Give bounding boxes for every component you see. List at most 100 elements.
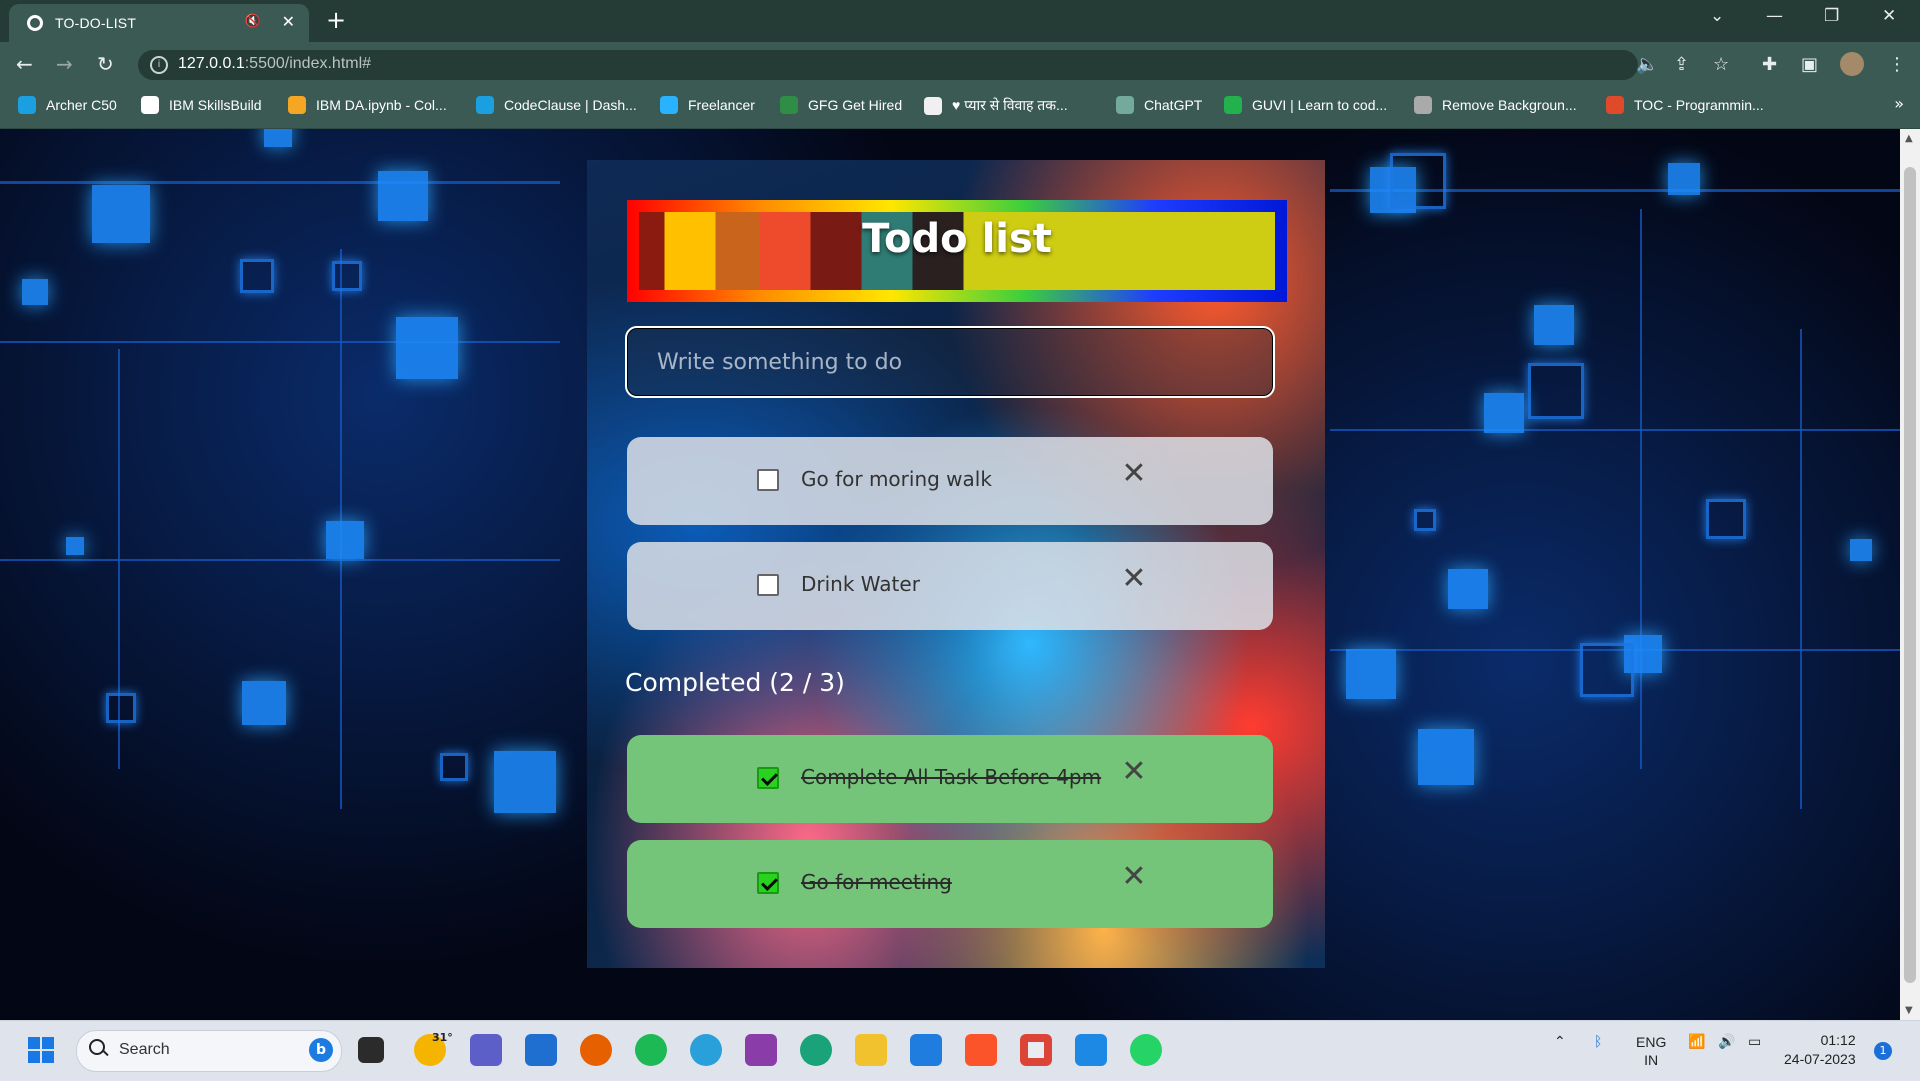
circuit-node: [264, 129, 292, 147]
taskbar-clock[interactable]: 01:12 24-07-2023: [1784, 1031, 1856, 1069]
tab-search-icon[interactable]: ⌄: [1710, 6, 1724, 26]
bookmark-item[interactable]: Remove Backgroun...: [1414, 96, 1577, 114]
language-indicator[interactable]: ENG IN: [1636, 1033, 1666, 1069]
vscode-icon[interactable]: [1075, 1034, 1107, 1066]
mute-icon[interactable]: 🔇: [245, 14, 261, 29]
bookmark-label: GUVI | Learn to cod...: [1252, 97, 1388, 113]
site-info-icon[interactable]: i: [150, 56, 168, 74]
menu-kebab-icon[interactable]: ⋮: [1888, 54, 1906, 75]
delete-icon[interactable]: ✕: [1119, 564, 1149, 594]
bookmark-label: IBM SkillsBuild: [169, 97, 262, 113]
profile-avatar[interactable]: [1840, 52, 1864, 76]
completed-heading: Completed (2 / 3): [625, 668, 845, 697]
bookmark-favicon-icon: [18, 96, 36, 114]
circuit-node: [240, 259, 274, 293]
bookmark-item[interactable]: TOC - Programmin...: [1606, 96, 1764, 114]
circuit-node: [1528, 363, 1584, 419]
circuit-node: [1390, 153, 1446, 209]
page-scrollbar[interactable]: ▲ ▼: [1900, 129, 1920, 1020]
bluetooth-icon[interactable]: ᛒ: [1594, 1033, 1602, 1049]
store-icon[interactable]: [525, 1034, 557, 1066]
volume-icon[interactable]: 🔊: [1718, 1033, 1735, 1050]
bookmark-item[interactable]: Freelancer: [660, 96, 755, 114]
muted-site-icon[interactable]: 🔈: [1636, 54, 1658, 75]
clock-date: 24-07-2023: [1784, 1051, 1856, 1067]
circuit-node: [1346, 649, 1396, 699]
todo-text: Go for moring walk: [801, 467, 992, 491]
telegram-icon[interactable]: [690, 1034, 722, 1066]
bookmark-item[interactable]: GUVI | Learn to cod...: [1224, 96, 1387, 114]
bookmark-item[interactable]: ♥ प्यार से विवाह तक...: [924, 96, 1068, 115]
url-text[interactable]: 127.0.0.1:5500/index.html#: [178, 55, 371, 73]
firefox-icon[interactable]: [580, 1034, 612, 1066]
forward-button[interactable]: →: [56, 52, 73, 76]
bookmark-star-icon[interactable]: ☆: [1713, 54, 1729, 75]
side-panel-icon[interactable]: ▣: [1801, 54, 1818, 75]
scroll-down-icon[interactable]: ▼: [1905, 1005, 1913, 1016]
bookmark-label: Freelancer: [688, 97, 755, 113]
bing-icon[interactable]: b: [309, 1038, 333, 1062]
bookmark-favicon-icon: [660, 96, 678, 114]
mail-icon[interactable]: [910, 1034, 942, 1066]
todo-checkbox[interactable]: [757, 767, 779, 789]
bookmark-label: IBM DA.ipynb - Col...: [316, 97, 447, 113]
circuit-node: [1706, 499, 1746, 539]
circuit-node: [1448, 569, 1488, 609]
todo-input[interactable]: [625, 326, 1275, 398]
bookmark-item[interactable]: IBM SkillsBuild: [141, 96, 262, 114]
battery-icon[interactable]: ▭: [1748, 1033, 1761, 1050]
todo-text: Drink Water: [801, 572, 920, 596]
clipchamp-icon[interactable]: [745, 1034, 777, 1066]
minimize-button[interactable]: —: [1766, 6, 1783, 26]
new-tab-button[interactable]: +: [326, 6, 346, 34]
todo-checkbox[interactable]: [757, 574, 779, 596]
windows-start-icon[interactable]: [28, 1037, 54, 1063]
circuit-node: [332, 261, 362, 291]
bookmark-item[interactable]: ChatGPT: [1116, 96, 1202, 114]
delete-icon[interactable]: ✕: [1119, 862, 1149, 892]
app-title: Todo list: [862, 216, 1052, 262]
teams-icon[interactable]: [470, 1034, 502, 1066]
task-view-icon[interactable]: [358, 1037, 384, 1063]
bookmark-item[interactable]: CodeClause | Dash...: [476, 96, 637, 114]
edge-icon[interactable]: [800, 1034, 832, 1066]
delete-icon[interactable]: ✕: [1119, 757, 1149, 787]
notification-badge[interactable]: 1: [1874, 1042, 1892, 1060]
file-explorer-icon[interactable]: [855, 1034, 887, 1066]
whatsapp-icon[interactable]: [1130, 1034, 1162, 1066]
scroll-up-icon[interactable]: ▲: [1905, 133, 1913, 144]
todo-header: Todo list: [627, 200, 1287, 302]
more-bookmarks-icon[interactable]: »: [1894, 94, 1904, 113]
spotify-icon[interactable]: [635, 1034, 667, 1066]
tab-close-icon[interactable]: ✕: [282, 12, 295, 31]
browser-tab[interactable]: TO-DO-LIST 🔇 ✕: [9, 4, 309, 42]
bookmark-item[interactable]: Archer C50: [18, 96, 117, 114]
completed-item: Go for meeting ✕: [627, 840, 1273, 928]
restore-button[interactable]: ❐: [1824, 6, 1839, 26]
close-window-button[interactable]: ✕: [1882, 6, 1896, 26]
todo-checkbox[interactable]: [757, 872, 779, 894]
extensions-icon[interactable]: ✚: [1762, 54, 1777, 75]
todo-item: Drink Water ✕: [627, 542, 1273, 630]
bookmark-favicon-icon: [1414, 96, 1432, 114]
address-bar[interactable]: i 127.0.0.1:5500/index.html#: [138, 50, 1638, 80]
todo-checkbox[interactable]: [757, 469, 779, 491]
bookmark-label: Remove Backgroun...: [1442, 97, 1577, 113]
share-icon[interactable]: ⇪: [1674, 54, 1689, 75]
show-hidden-icons-icon[interactable]: ⌃: [1554, 1033, 1566, 1050]
chrome-icon[interactable]: [1020, 1034, 1052, 1066]
reload-button[interactable]: ↻: [97, 52, 114, 76]
brave-icon[interactable]: [965, 1034, 997, 1066]
delete-icon[interactable]: ✕: [1119, 459, 1149, 489]
circuit-node: [1534, 305, 1574, 345]
back-button[interactable]: ←: [16, 52, 33, 76]
bookmark-label: Archer C50: [46, 97, 117, 113]
circuit-line: [0, 341, 560, 343]
bookmark-item[interactable]: IBM DA.ipynb - Col...: [288, 96, 447, 114]
bookmark-item[interactable]: GFG Get Hired: [780, 96, 902, 114]
clock-time: 01:12: [1820, 1032, 1856, 1048]
wifi-icon[interactable]: 📶: [1688, 1033, 1705, 1050]
scrollbar-thumb[interactable]: [1904, 167, 1916, 983]
taskbar-search[interactable]: Search b: [76, 1030, 342, 1072]
globe-icon: [27, 15, 43, 31]
